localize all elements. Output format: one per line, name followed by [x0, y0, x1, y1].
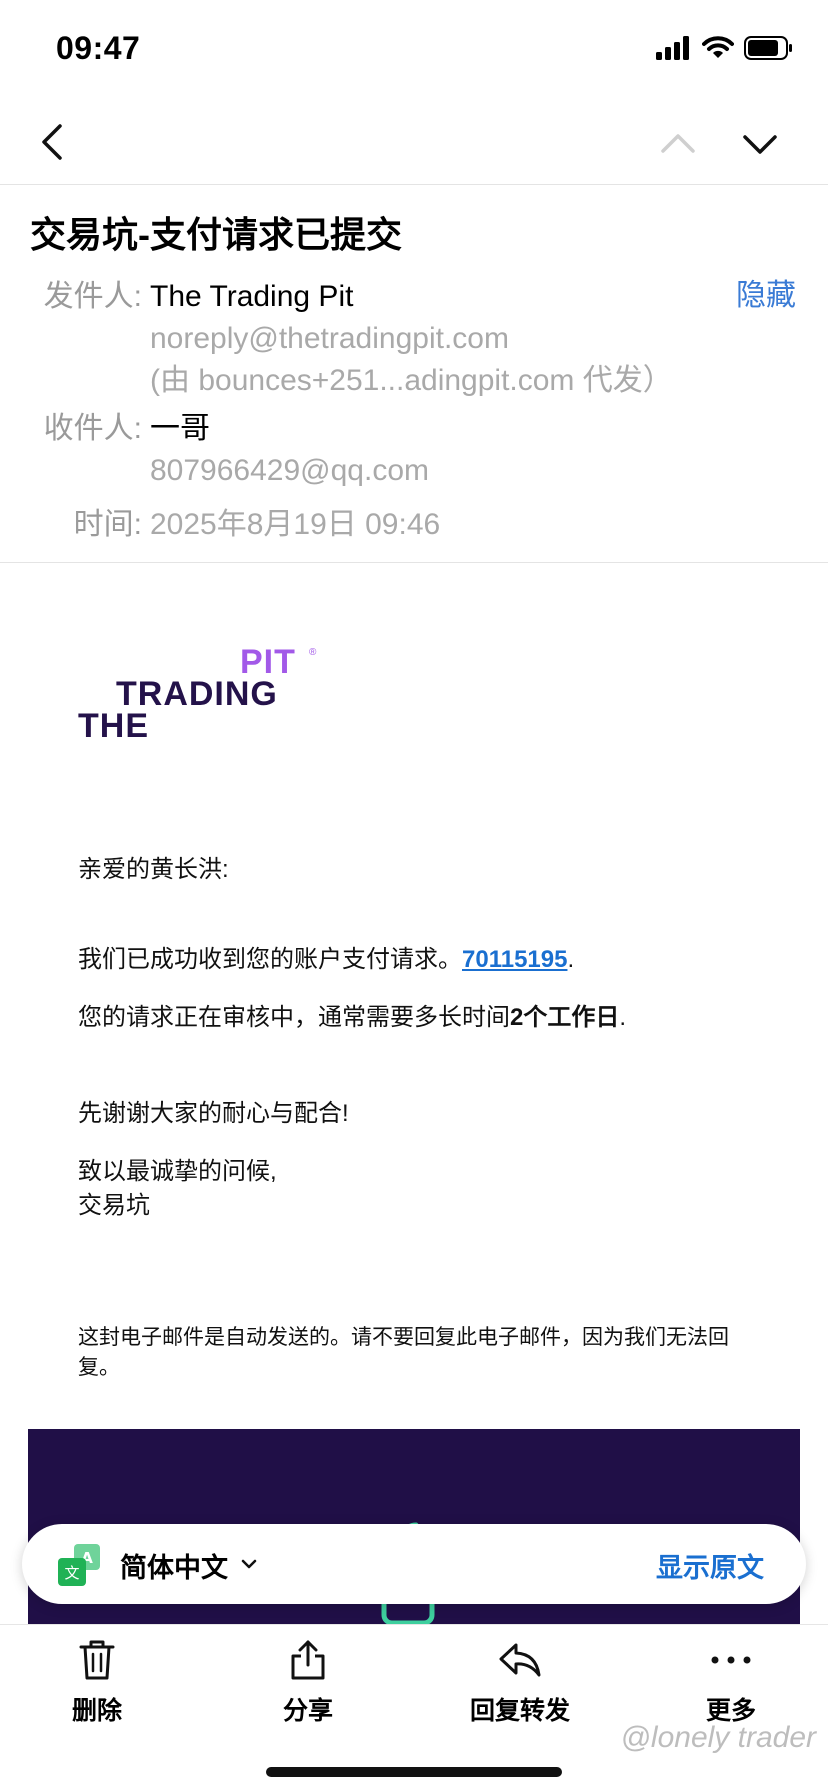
reply-forward-button[interactable]: 回复转发 [445, 1639, 595, 1727]
hide-details-link[interactable]: 隐藏 [736, 270, 796, 314]
sender-name[interactable]: The Trading Pit [150, 276, 353, 318]
recipient-name[interactable]: 一哥 [150, 408, 210, 450]
time-label: 时间: [73, 508, 142, 541]
sender-label: 发件人: [43, 280, 142, 313]
delete-label: 删除 [71, 1697, 122, 1725]
svg-text:文: 文 [64, 1564, 79, 1582]
wifi-icon [702, 36, 734, 58]
payment-received-text: 我们已成功收到您的账户支付请求。 [78, 946, 462, 973]
share-button[interactable]: 分享 [233, 1639, 383, 1727]
bottom-toolbar: 删除 分享 回复转发 更多 @lonely trader [0, 1624, 828, 1792]
mail-body: PIT ® TRADING THE 亲爱的黄长洪: 我们已成功收到您的账户支付请… [0, 563, 828, 1629]
recipient-label: 收件人: [43, 412, 142, 445]
trading-pit-logo: PIT ® TRADING THE [76, 643, 326, 753]
next-mail-chevron-down-icon[interactable] [740, 124, 780, 164]
review-text: 您的请求正在审核中，通常需要多长时间 [78, 1004, 510, 1031]
translate-icon[interactable]: A 文 [58, 1544, 102, 1588]
translation-bar: A 文 简体中文 显示原文 [22, 1524, 806, 1604]
signature-line: 交易坑 [78, 1192, 150, 1219]
mail-header: 交易坑-支付请求已提交 隐藏 发件人: The Trading Pit nore… [0, 186, 828, 563]
cellular-signal-icon [656, 36, 689, 60]
thanks-line: 先谢谢大家的耐心与配合! [78, 1100, 349, 1127]
mail-subject: 交易坑-支付请求已提交 [30, 214, 402, 255]
review-duration: 2个工作日 [510, 1004, 620, 1031]
review-line: 您的请求正在审核中，通常需要多长时间2个工作日. [78, 1001, 626, 1035]
sender-email[interactable]: noreply@thetradingpit.com [150, 318, 509, 360]
review-suffix: . [619, 1004, 627, 1031]
status-bar: 09:47 [0, 0, 828, 100]
logo-the-text: THE [78, 707, 149, 745]
registered-mark-icon: ® [309, 647, 317, 658]
sender-via: (由 bounces+251...adingpit.com 代发） [150, 364, 673, 397]
battery-icon [744, 36, 792, 60]
payment-received-suffix: . [567, 946, 575, 973]
reply-forward-label: 回复转发 [469, 1697, 570, 1725]
delete-button[interactable]: 删除 [22, 1639, 172, 1727]
request-id-link[interactable]: 70115195 [462, 946, 567, 973]
nav-bar [0, 100, 828, 185]
home-indicator[interactable] [266, 1767, 562, 1777]
language-chevron-down-icon[interactable] [240, 1556, 258, 1572]
show-original-button[interactable]: 显示原文 [656, 1546, 764, 1585]
trash-icon [79, 1640, 115, 1680]
regards-line: 致以最诚挚的问候, [78, 1158, 277, 1185]
reply-icon [499, 1643, 541, 1677]
watermark: @lonely trader [620, 1721, 816, 1754]
previous-mail-chevron-up-icon[interactable] [658, 124, 698, 164]
share-label: 分享 [282, 1697, 333, 1725]
status-icons [656, 36, 794, 60]
share-icon [291, 1640, 325, 1680]
more-button[interactable]: 更多 [656, 1639, 806, 1727]
email-detail-screen: 09:47 交易坑-支付请求已提交 隐藏 发件人: The Trading Pi… [0, 0, 828, 1792]
translation-language[interactable]: 简体中文 [120, 1546, 228, 1585]
auto-notice: 这封电子邮件是自动发送的。请不要回复此电子邮件，因为我们无法回复。 [78, 1326, 729, 1379]
time-value: 2025年8月19日 09:46 [150, 508, 441, 541]
status-time: 09:47 [56, 30, 141, 66]
more-dots-icon [711, 1656, 751, 1664]
greeting: 亲爱的黄长洪: [78, 856, 229, 883]
back-chevron-icon[interactable] [34, 120, 74, 164]
recipient-email[interactable]: 807966429@qq.com [150, 450, 429, 492]
payment-received-line: 我们已成功收到您的账户支付请求。70115195. [78, 943, 574, 977]
